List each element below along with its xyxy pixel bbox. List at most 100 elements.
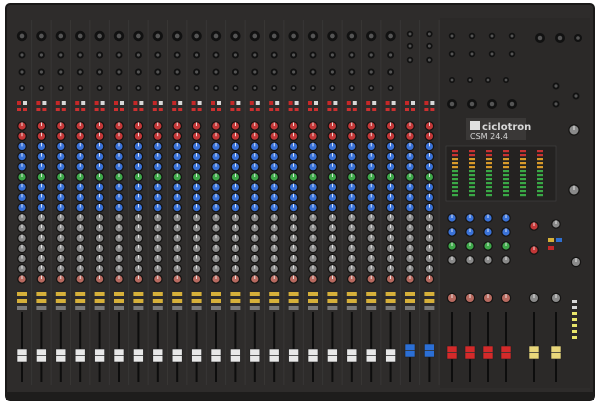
mute-button-5[interactable] <box>94 292 105 296</box>
pfl-button-14[interactable] <box>269 299 280 303</box>
phantom-switch-5[interactable] <box>100 101 105 105</box>
pfl-button-19[interactable] <box>366 299 377 303</box>
pfl-button-6[interactable] <box>114 299 124 303</box>
clip-led-3 <box>55 108 60 111</box>
phantom-switch-7[interactable] <box>139 101 144 105</box>
peak-led-22 <box>424 101 429 105</box>
insert-jack-4-socket <box>78 70 82 74</box>
mute-button-11[interactable] <box>211 292 221 296</box>
pfl-button-3[interactable] <box>55 299 66 303</box>
pfl-button-22[interactable] <box>424 299 435 303</box>
mute-button-20[interactable] <box>385 292 396 296</box>
route-button-17[interactable] <box>327 306 338 310</box>
mute-button-9[interactable] <box>172 292 183 296</box>
mute-button-7[interactable] <box>133 292 144 296</box>
phantom-switch-22[interactable] <box>430 101 435 105</box>
route-button-20[interactable] <box>385 306 396 310</box>
pfl-button-17[interactable] <box>327 299 338 303</box>
talkback-button[interactable] <box>548 238 554 242</box>
phantom-switch-11[interactable] <box>217 101 221 105</box>
route-button-12[interactable] <box>230 306 241 310</box>
mute-button-14[interactable] <box>269 292 280 296</box>
pfl-button-21[interactable] <box>405 299 415 303</box>
phantom-switch-19[interactable] <box>372 101 377 105</box>
phantom-switch-2[interactable] <box>42 101 47 105</box>
route-button-6[interactable] <box>114 306 124 310</box>
route-button-14[interactable] <box>269 306 280 310</box>
pfl-button-10[interactable] <box>191 299 202 303</box>
route-button-19[interactable] <box>366 306 377 310</box>
phantom-switch-21[interactable] <box>411 101 415 105</box>
phantom-switch-4[interactable] <box>81 101 86 105</box>
phantom-switch-16[interactable] <box>314 101 318 105</box>
mute-button-21[interactable] <box>405 292 415 296</box>
mute-button-8[interactable] <box>152 292 163 296</box>
mute-button-12[interactable] <box>230 292 241 296</box>
pfl-button-18[interactable] <box>346 299 357 303</box>
phantom-switch-3[interactable] <box>61 101 66 105</box>
phantom-switch-15[interactable] <box>294 101 299 105</box>
route-button-16[interactable] <box>308 306 318 310</box>
phantom-switch-6[interactable] <box>120 101 124 105</box>
mute-button-15[interactable] <box>288 292 299 296</box>
meter-led-4-6 <box>503 170 509 173</box>
pfl-button-4[interactable] <box>75 299 86 303</box>
phantom-switch-1[interactable] <box>23 101 27 105</box>
phantom-switch-9[interactable] <box>178 101 183 105</box>
route-button-13[interactable] <box>249 306 260 310</box>
phantom-switch-14[interactable] <box>275 101 280 105</box>
route-button-5[interactable] <box>94 306 105 310</box>
pfl-button-2[interactable] <box>36 299 47 303</box>
mute-all-button[interactable] <box>548 246 554 250</box>
mute-button-13[interactable] <box>249 292 260 296</box>
assign-button[interactable] <box>556 238 562 242</box>
pfl-button-8[interactable] <box>152 299 163 303</box>
route-button-8[interactable] <box>152 306 163 310</box>
route-button-7[interactable] <box>133 306 144 310</box>
phantom-switch-17[interactable] <box>333 101 338 105</box>
phantom-switch-13[interactable] <box>255 101 260 105</box>
mute-button-3[interactable] <box>55 292 66 296</box>
mute-button-17[interactable] <box>327 292 338 296</box>
pfl-button-15[interactable] <box>288 299 299 303</box>
route-button-1[interactable] <box>17 306 27 310</box>
phantom-switch-12[interactable] <box>236 101 241 105</box>
route-button-4[interactable] <box>75 306 86 310</box>
mute-button-19[interactable] <box>366 292 377 296</box>
phantom-switch-20[interactable] <box>391 101 396 105</box>
insert-jack-9-socket <box>175 70 179 74</box>
phantom-switch-8[interactable] <box>158 101 163 105</box>
pfl-button-11[interactable] <box>211 299 221 303</box>
pfl-button-13[interactable] <box>249 299 260 303</box>
mute-button-22[interactable] <box>424 292 435 296</box>
mute-button-18[interactable] <box>346 292 357 296</box>
pfl-button-7[interactable] <box>133 299 144 303</box>
mute-button-16[interactable] <box>308 292 318 296</box>
route-button-18[interactable] <box>346 306 357 310</box>
direct-out-18-socket <box>350 86 354 90</box>
route-button-22[interactable] <box>424 306 435 310</box>
route-button-10[interactable] <box>191 306 202 310</box>
route-button-2[interactable] <box>36 306 47 310</box>
pfl-button-12[interactable] <box>230 299 241 303</box>
clip-led-5 <box>94 108 99 111</box>
mute-button-1[interactable] <box>17 292 27 296</box>
group-xlr-3-socket <box>489 101 495 107</box>
pfl-button-9[interactable] <box>172 299 183 303</box>
mute-button-2[interactable] <box>36 292 47 296</box>
phantom-switch-18[interactable] <box>352 101 357 105</box>
phantom-switch-10[interactable] <box>197 101 202 105</box>
route-button-3[interactable] <box>55 306 66 310</box>
pfl-button-16[interactable] <box>308 299 318 303</box>
pfl-button-20[interactable] <box>385 299 396 303</box>
route-button-15[interactable] <box>288 306 299 310</box>
route-button-9[interactable] <box>172 306 183 310</box>
line-input-4-socket <box>78 53 82 57</box>
pfl-button-1[interactable] <box>17 299 27 303</box>
route-button-21[interactable] <box>405 306 415 310</box>
route-button-11[interactable] <box>211 306 221 310</box>
pfl-button-5[interactable] <box>94 299 105 303</box>
mute-button-10[interactable] <box>191 292 202 296</box>
mute-button-4[interactable] <box>75 292 86 296</box>
mute-button-6[interactable] <box>114 292 124 296</box>
